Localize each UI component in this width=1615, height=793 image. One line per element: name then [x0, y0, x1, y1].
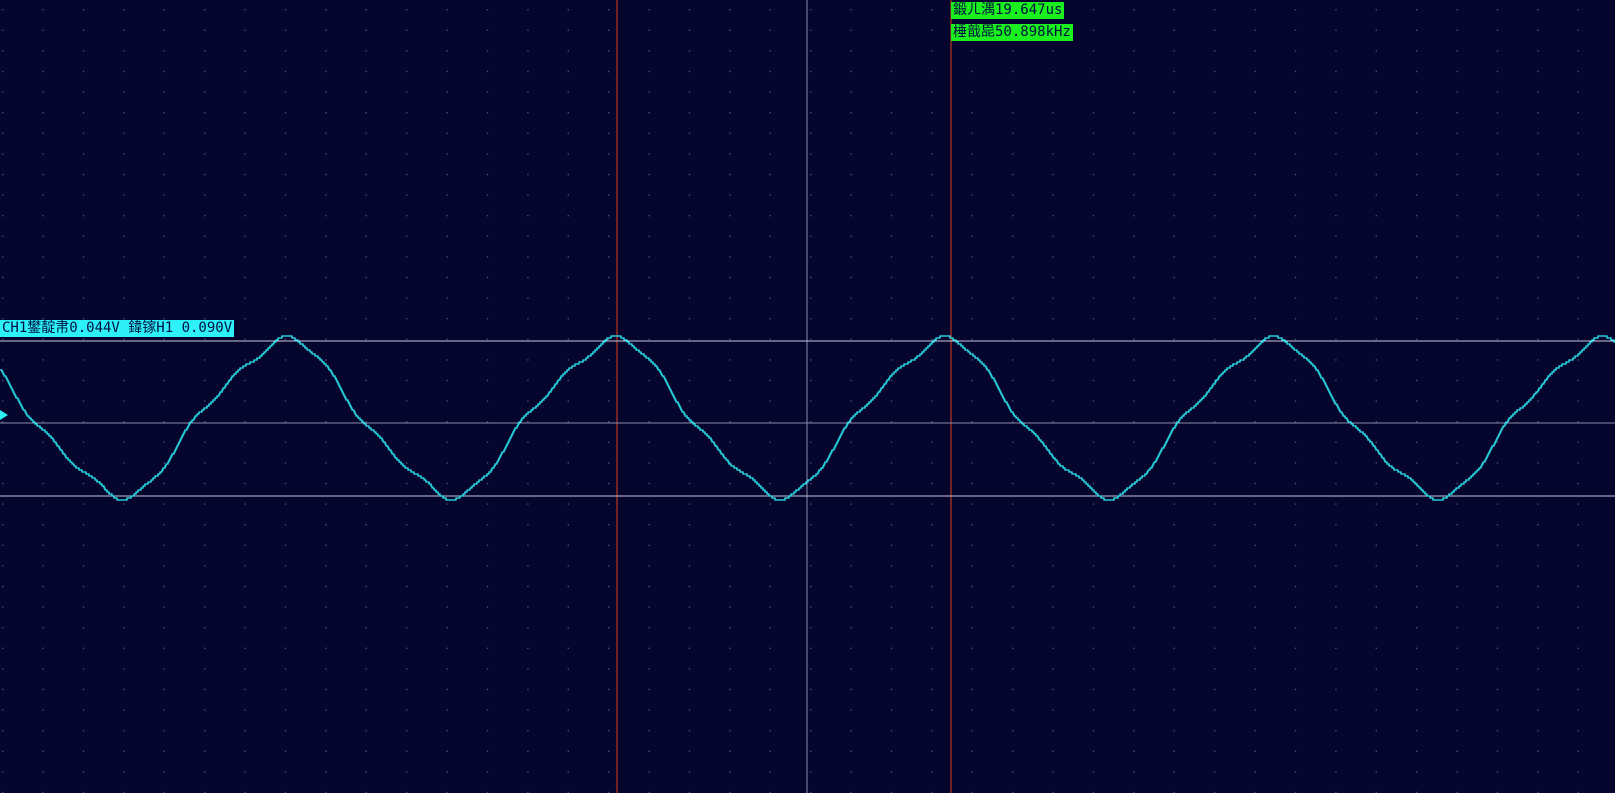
delta-time-readout: 鍛ㄦ湡19.647us: [951, 2, 1065, 19]
frequency-readout: 棰戠巼50.898kHz: [951, 24, 1073, 41]
graticule-grid: [2, 9, 1579, 793]
oscilloscope-screen: 鍛ㄦ湡19.647us 棰戠巼50.898kHz CH1鐢靛帇0.044V 鍏镓…: [0, 0, 1615, 793]
grid-dots: [2, 9, 1579, 793]
ch1-amplitude-readout: CH1鐢靛帇0.044V 鍏镓H1 0.090V: [0, 320, 235, 337]
trigger-level-marker[interactable]: [0, 410, 8, 420]
waveform-display: [0, 0, 1615, 793]
